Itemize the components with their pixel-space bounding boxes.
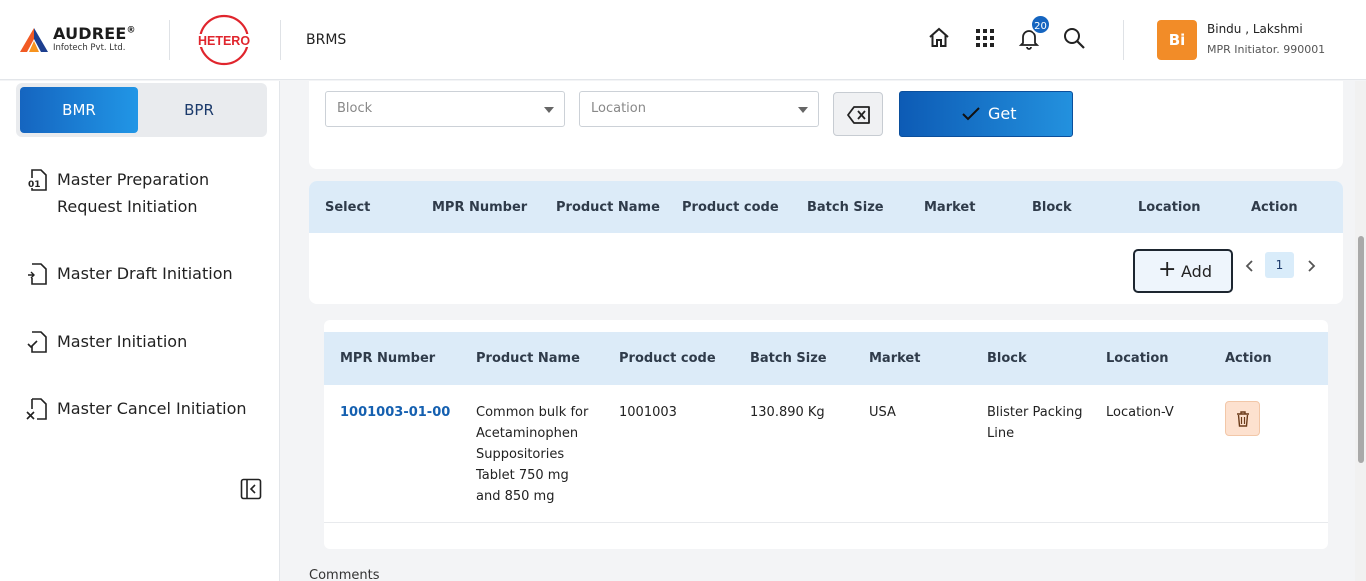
page-number[interactable]: 1 <box>1265 252 1294 278</box>
column-header: Batch Size <box>750 351 827 366</box>
column-header: Action <box>1225 351 1272 366</box>
column-header: Select <box>325 200 371 215</box>
app-title: BRMS <box>306 32 347 48</box>
notification-count-badge: 20 <box>1030 14 1051 35</box>
product-code-cell: 1001003 <box>619 405 677 420</box>
column-header: MPR Number <box>432 200 528 215</box>
search-icon[interactable] <box>1062 26 1086 50</box>
bmr-bpr-toggle: BMR BPR <box>16 83 267 137</box>
plus-icon: + <box>1158 257 1177 282</box>
backspace-clear-icon <box>847 106 870 124</box>
block-cell: Blister Packing Line <box>987 405 1083 441</box>
chevron-down-icon <box>798 107 808 113</box>
add-button-label: Add <box>1181 262 1212 281</box>
filter-panel: Block Location Get <box>309 81 1343 169</box>
document-01-icon: 01 <box>27 169 47 191</box>
sidebar: BMR BPR 01 Master Preparation Request In… <box>0 81 280 581</box>
check-icon <box>962 107 980 121</box>
get-button[interactable]: Get <box>899 91 1073 137</box>
collapse-sidebar-icon[interactable] <box>240 478 262 500</box>
mpr-list-panel: Select MPR Number Product Name Product c… <box>309 181 1343 304</box>
document-check-icon <box>27 331 47 353</box>
block-select-placeholder: Block <box>337 101 373 116</box>
location-select[interactable]: Location <box>579 91 819 127</box>
column-header: Product Name <box>476 351 580 366</box>
sidebar-item-label: Master Initiation <box>57 332 188 351</box>
sidebar-item-master-draft-initiation[interactable]: Master Draft Initiation <box>26 260 266 288</box>
header-divider <box>169 20 170 60</box>
logo-name: AUDREE® <box>53 24 136 43</box>
column-header: Product code <box>619 351 716 366</box>
scrollbar-thumb[interactable] <box>1358 236 1364 463</box>
comments-label: Comments <box>309 568 380 581</box>
table-header: MPR Number Product Name Product code Bat… <box>324 332 1328 385</box>
home-icon[interactable] <box>927 26 951 50</box>
sidebar-item-label: Master Draft Initiation <box>57 264 233 283</box>
svg-text:HETERO: HETERO <box>198 34 250 48</box>
add-button[interactable]: + Add <box>1133 249 1233 293</box>
chevron-right-icon[interactable] <box>1304 258 1318 274</box>
hetero-logo: HETERO <box>194 14 254 66</box>
tab-bpr[interactable]: BPR <box>140 87 258 133</box>
product-name-cell: Common bulk for Acetaminophen Suppositor… <box>476 405 589 504</box>
row-divider <box>324 522 1328 523</box>
sidebar-item-label: Master Cancel Initiation <box>57 399 247 418</box>
delete-row-button[interactable] <box>1225 401 1260 436</box>
sidebar-item-master-cancel-initiation[interactable]: Master Cancel Initiation <box>26 395 266 423</box>
trash-icon <box>1237 411 1249 427</box>
selected-mpr-panel: MPR Number Product Name Product code Bat… <box>324 320 1328 549</box>
column-header: Market <box>869 351 921 366</box>
document-edit-icon <box>28 263 47 285</box>
apps-grid-icon[interactable] <box>973 26 997 50</box>
sidebar-item-label: Master Preparation Request Initiation <box>57 170 210 216</box>
sidebar-item-master-preparation-request-initiation[interactable]: 01 Master Preparation Request Initiation <box>26 166 266 222</box>
audree-logo[interactable]: AUDREE® Infotech Pvt. Ltd. <box>20 24 145 56</box>
sidebar-item-master-initiation[interactable]: Master Initiation <box>26 328 266 356</box>
column-header: MPR Number <box>340 351 436 366</box>
column-header: Block <box>1032 200 1072 215</box>
get-button-label: Get <box>988 104 1017 123</box>
header-divider <box>280 20 281 60</box>
column-header: Block <box>987 351 1027 366</box>
location-select-placeholder: Location <box>591 101 646 116</box>
avatar[interactable]: Bi <box>1157 20 1197 60</box>
column-header: Batch Size <box>807 200 884 215</box>
clear-filters-button[interactable] <box>833 92 883 136</box>
svg-text:01: 01 <box>28 180 41 190</box>
market-cell: USA <box>869 405 896 420</box>
column-header: Product code <box>682 200 779 215</box>
user-role: MPR Initiator. 990001 <box>1207 43 1326 56</box>
header-divider <box>1123 20 1124 60</box>
top-header: AUDREE® Infotech Pvt. Ltd. HETERO BRMS 2… <box>0 0 1366 80</box>
document-cancel-icon <box>26 398 47 420</box>
column-header: Location <box>1138 200 1201 215</box>
block-select[interactable]: Block <box>325 91 565 127</box>
audree-mark-icon <box>20 28 48 52</box>
tab-bmr[interactable]: BMR <box>20 87 138 133</box>
chevron-left-icon[interactable] <box>1243 258 1257 274</box>
column-header: Location <box>1106 351 1169 366</box>
mpr-number-link[interactable]: 1001003-01-00 <box>340 402 460 423</box>
location-cell: Location-V <box>1106 405 1174 420</box>
chevron-down-icon <box>544 107 554 113</box>
table-header: Select MPR Number Product Name Product c… <box>309 181 1343 233</box>
column-header: Product Name <box>556 200 660 215</box>
batch-size-cell: 130.890 Kg <box>750 405 825 420</box>
user-name: Bindu , Lakshmi <box>1207 22 1303 36</box>
logo-subtitle: Infotech Pvt. Ltd. <box>53 43 126 53</box>
column-header: Action <box>1251 200 1298 215</box>
column-header: Market <box>924 200 976 215</box>
